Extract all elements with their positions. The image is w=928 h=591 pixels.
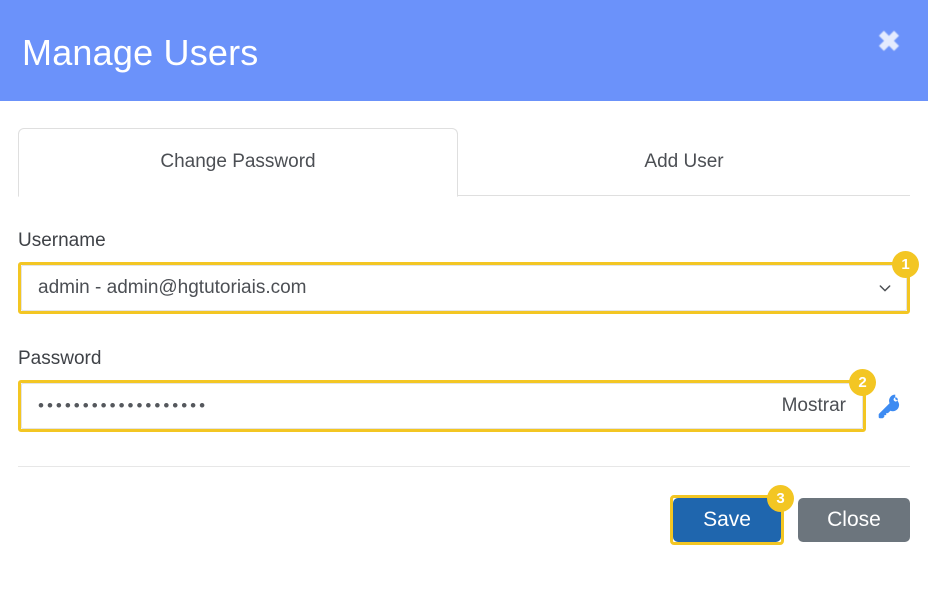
username-label: Username [18,230,106,251]
save-button[interactable]: Save [673,498,781,542]
form-body: Username 1 admin - admin@hgtutoriais.com… [0,230,928,432]
key-icon[interactable] [876,392,904,420]
password-row: 2 Mostrar [18,369,910,432]
step-badge-2: 2 [849,369,876,396]
show-password-toggle[interactable]: Mostrar [772,395,846,417]
close-button[interactable]: Close [798,498,910,542]
tab-change-password-label: Change Password [160,151,316,172]
username-selected-value: admin - admin@hgtutoriais.com [38,277,307,298]
password-input[interactable] [38,384,772,428]
password-label: Password [18,348,102,369]
modal-footer: 3 Save Close [0,467,928,545]
tab-strip: Change Password Add User [18,128,910,197]
step-badge-1: 1 [892,251,919,278]
save-highlight-box: 3 Save [670,485,794,545]
manage-users-modal: Manage Users ✖ Change Password Add User … [0,0,928,591]
password-field-inner: Mostrar [21,383,863,429]
page-title: Manage Users [22,31,259,73]
step-badge-3: 3 [767,485,794,512]
close-icon[interactable]: ✖ [874,27,904,57]
username-highlight-box: 1 admin - admin@hgtutoriais.com [18,251,919,314]
username-select[interactable]: admin - admin@hgtutoriais.com [21,265,907,311]
tab-add-user-label: Add User [644,150,724,172]
tab-add-user[interactable]: Add User [458,128,910,196]
password-highlight-box: 2 Mostrar [18,369,876,432]
tab-change-password[interactable]: Change Password [18,128,458,197]
modal-header: Manage Users ✖ [0,0,928,101]
